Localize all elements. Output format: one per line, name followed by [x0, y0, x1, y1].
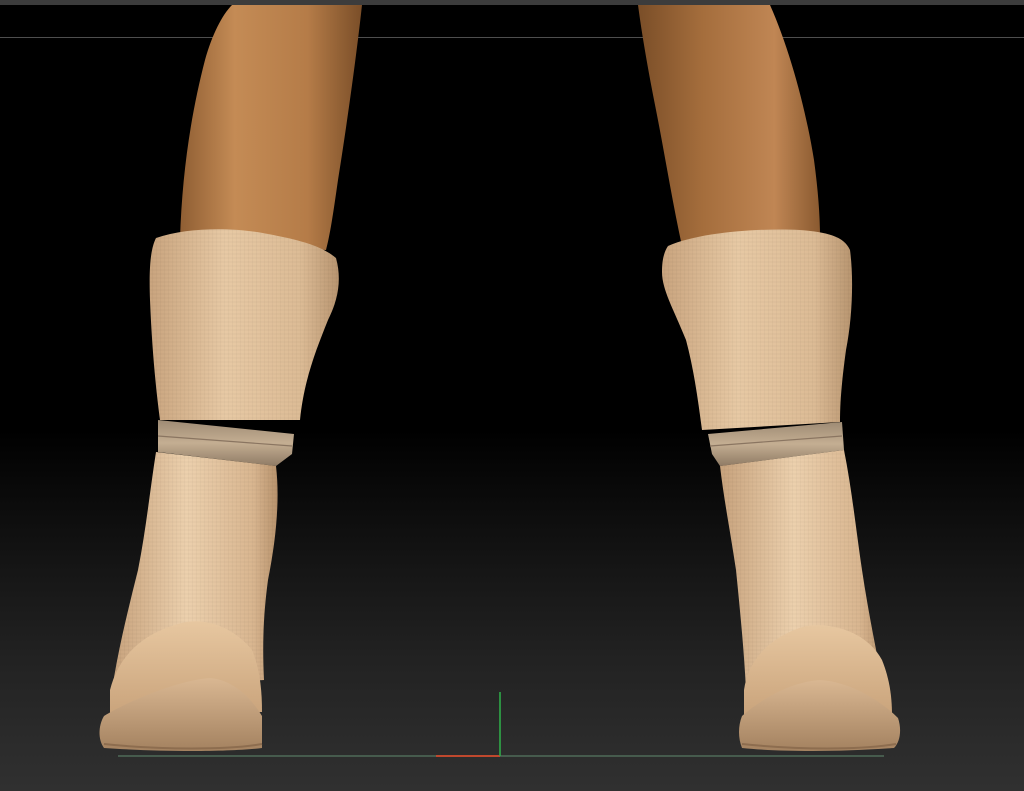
left-leg[interactable] — [99, 5, 363, 751]
3d-viewport[interactable] — [0, 0, 1024, 791]
right-leg[interactable] — [638, 5, 901, 751]
right-calf — [638, 5, 820, 246]
sculpt-app — [0, 0, 1024, 791]
left-calf — [180, 5, 362, 250]
model-render[interactable] — [0, 0, 1024, 791]
